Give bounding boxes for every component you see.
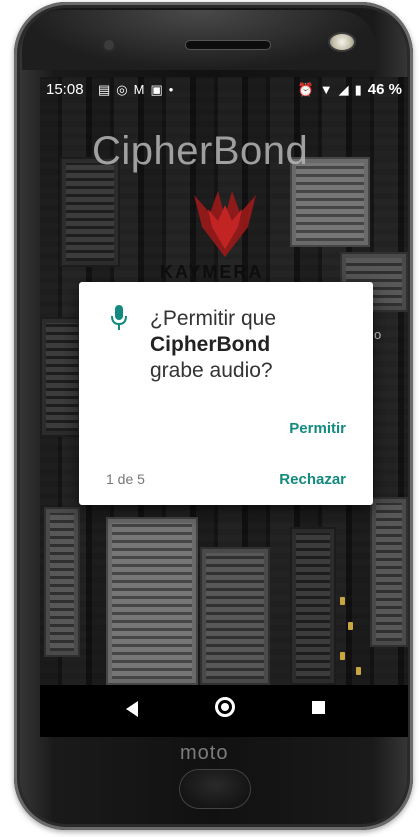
building [200,547,270,685]
background-text-right: o [374,327,382,342]
gmail-icon: M [133,82,145,97]
battery-percent: 46 % [367,81,402,98]
microphone-icon [111,305,127,330]
phone-screen: 15:08 ▤ ◎ M ▣ • ⏰ ▼ ◢ ▮ 46 % CipherBond … [40,77,408,685]
front-sensor [104,40,114,50]
recents-icon[interactable] [312,701,325,714]
alarm-icon: ⏰ [297,81,314,97]
permission-counter: 1 de 5 [106,471,145,487]
navigation-bar [40,685,408,737]
building [290,527,336,685]
building [370,497,408,647]
deny-button[interactable]: Rechazar [279,471,346,488]
building [106,517,198,685]
home-icon[interactable] [215,697,235,717]
wifi-icon: ▼ [319,81,333,97]
battery-icon: ▮ [354,81,362,97]
signal-icon: ◢ [338,81,349,97]
wolf-logo-icon [194,191,256,257]
notification-icon: ▤ [98,82,111,97]
message-line-3: grabe audio? [150,359,273,382]
status-time: 15:08 [46,81,84,98]
permission-dialog: ¿Permitir que CipherBond grabe audio? Pe… [79,282,373,505]
taxi [356,667,361,675]
taxi [348,622,353,630]
dot-icon: • [168,82,174,97]
message-app-name: CipherBond [150,333,271,356]
building [44,507,80,657]
system-icons: ⏰ ▼ ◢ ▮ 46 % [298,81,402,98]
back-icon[interactable] [126,701,138,717]
phone-top-bezel [22,10,377,70]
earpiece-speaker [186,41,270,49]
device-brand-label: moto [180,742,229,764]
whatsapp-icon: ◎ [116,82,128,97]
front-flash [330,34,354,50]
message-line-1: ¿Permitir que [150,307,277,330]
fingerprint-sensor [180,770,250,808]
brand-wordmark: KAYMERA [160,262,264,282]
allow-button[interactable]: Permitir [289,420,346,437]
status-bar: 15:08 ▤ ◎ M ▣ • ⏰ ▼ ◢ ▮ 46 % [40,77,408,103]
permission-message: ¿Permitir que CipherBond grabe audio? [150,306,360,384]
app-title: CipherBond [92,129,309,173]
taxi [340,652,345,660]
notification-icons: ▤ ◎ M ▣ • [98,82,173,98]
building [40,317,84,437]
email-icon: ▣ [150,82,163,97]
taxi [340,597,345,605]
